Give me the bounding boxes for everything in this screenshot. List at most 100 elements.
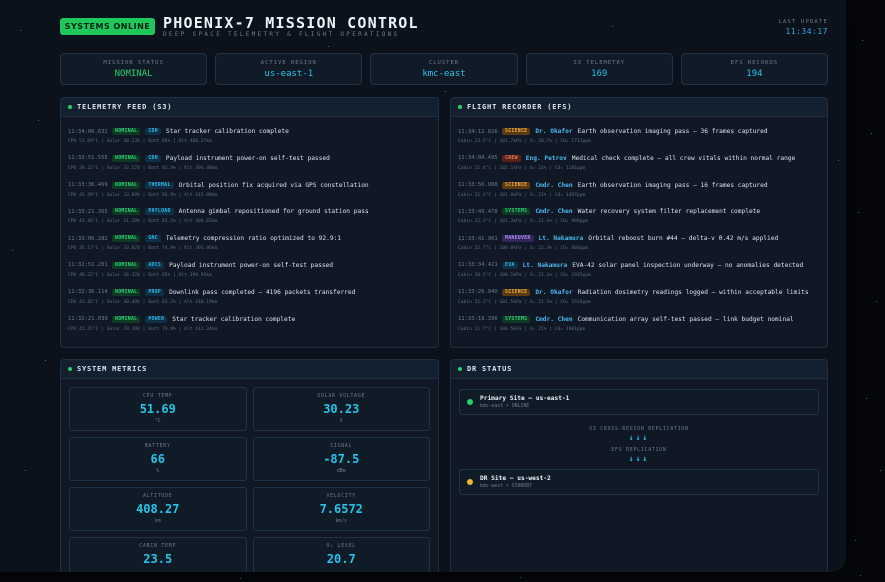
list-item: 11:34:04.495 CREW Eng. Petrov Medical check… xyxy=(458,154,820,182)
metric-solar-voltage: SOLAR VOLTAGE 30.23 V xyxy=(252,387,430,431)
metric-value: 23.5 xyxy=(143,552,173,566)
metric-battery: BATTERY 66 % xyxy=(69,437,247,481)
entry-time: 11:33:34.421 xyxy=(458,262,498,269)
entry-message: Water recovery system filter replacement… xyxy=(577,208,761,216)
panel-header: DR STATUS xyxy=(451,360,827,379)
entry-message: Radiation dosimetry readings logged — wi… xyxy=(577,288,809,296)
metric-o2-level: O₂ LEVEL 20.7 xyxy=(252,537,430,572)
stat-value: 169 xyxy=(591,69,608,79)
metric-value: 7.6572 xyxy=(319,502,363,516)
stat-card-active-region: ACTIVE REGION us-east-1 xyxy=(215,53,363,85)
entry-detail: CPU 39.22°C | Solar 33.52V | Batt 92.4% … xyxy=(68,165,218,171)
site-name: DR Site — us-west-2 xyxy=(480,475,551,482)
stat-label: CLUSTER xyxy=(428,60,460,66)
systems-online-badge: SYSTEMS ONLINE xyxy=(60,18,155,35)
s3-replication: S3 CROSS-REGION REPLICATION ↓↓↓ xyxy=(451,427,827,442)
metric-unit: dBm xyxy=(336,469,346,474)
subsystem-badge: GNC xyxy=(145,235,161,243)
entry-author: Lt. Nakamura xyxy=(538,235,584,243)
panel-header: TELEMETRY FEED (S3) xyxy=(61,98,438,117)
efs-replication: EFS REPLICATION ↓↓↓ xyxy=(451,448,827,463)
mission-control-window: SYSTEMS ONLINE PHOENIX-7 MISSION CONTROL… xyxy=(0,0,846,572)
stat-value: NOMINAL xyxy=(114,69,153,79)
status-badge: NOMINAL xyxy=(112,154,141,162)
entry-detail: CPU 48.22°C | Solar 34.32V | Batt 65% | … xyxy=(68,272,212,278)
stat-card-cluster: CLUSTER kmc-east xyxy=(370,53,518,85)
stat-card-mission-status: MISSION STATUS NOMINAL xyxy=(60,53,208,85)
entry-time: 11:33:36.469 xyxy=(68,182,108,189)
entry-time: 11:32:36.114 xyxy=(68,289,108,296)
metric-unit: km xyxy=(154,519,161,524)
entry-detail: Cabin 21.7°C | 100.5kPa | O₂ 21% | CO₂ 1… xyxy=(458,326,586,332)
list-item: 11:33:21.365 NOMINAL PAYLOAD Antenna gimbal… xyxy=(68,208,431,235)
entry-detail: CPU 51.69°C | Solar 30.23V | Batt 66% | … xyxy=(68,139,212,144)
stat-value: kmc-east xyxy=(422,69,466,79)
standby-status-dot-icon xyxy=(467,479,473,485)
status-badge: NOMINAL xyxy=(112,128,141,135)
stat-label: S3 TELEMETRY xyxy=(573,60,626,66)
entry-time: 11:33:19.396 xyxy=(458,316,498,323)
stat-cards: MISSION STATUS NOMINAL ACTIVE REGION us-… xyxy=(60,53,829,85)
last-update-time: 11:34:17 xyxy=(785,27,828,36)
site-status: kmc-east • ONLINE xyxy=(480,404,530,409)
panel-header: FLIGHT RECORDER (EFS) xyxy=(451,98,827,117)
entry-time: 11:33:21.365 xyxy=(68,208,108,215)
metric-velocity: VELOCITY 7.6572 km/s xyxy=(252,487,430,531)
subsystem-badge: CDH xyxy=(145,154,161,162)
entry-detail: Cabin 22.3°C | 101.3kPa | O₂ 21.4% | CO₂… xyxy=(458,219,588,225)
list-item: 11:33:56.988 SCIENCE Cmdr. Chen Earth obser… xyxy=(458,181,820,209)
entry-time: 11:34:12.816 xyxy=(458,128,498,135)
entry-message: Orbital position fix acquired via GPS co… xyxy=(178,181,369,189)
telemetry-list[interactable]: 11:34:06.632 NOMINAL CDH Star tracker calib… xyxy=(61,117,438,342)
entry-author: Cmdr. Chen xyxy=(535,315,573,323)
list-item: 11:33:51.555 NOMINAL CDH Payload instrument… xyxy=(68,154,431,182)
subsystem-badge: PAYLOAD xyxy=(145,208,174,216)
entry-author: Lt. Nakamura xyxy=(522,261,568,269)
entry-message: Star tracker calibration complete xyxy=(165,128,289,135)
recorder-list[interactable]: 11:34:12.816 SCIENCE Dr. Okafor Earth obser… xyxy=(451,117,827,342)
subsystem-badge: PROP xyxy=(145,288,165,296)
category-badge: SCIENCE xyxy=(502,288,531,296)
entry-detail: CPU 41.35°C | Solar 29.39V | Batt 79.8% … xyxy=(68,326,218,332)
category-badge: SCIENCE xyxy=(502,128,531,135)
status-badge: NOMINAL xyxy=(112,181,141,189)
stat-label: EFS RECORDS xyxy=(730,60,779,66)
entry-detail: Cabin 21.4°C | 102.1kPa | O₂ 21% | CO₂ 1… xyxy=(458,165,586,171)
entry-detail: CPU 41.46°C | Solar 31.19V | Batt 83.2% … xyxy=(68,219,218,225)
panel-title: SYSTEM METRICS xyxy=(77,365,148,373)
stat-value: us-east-1 xyxy=(264,69,314,79)
entry-detail: Cabin 20.5°C | 100.5kPa | O₂ 21.1% | CO₂… xyxy=(458,272,591,278)
list-item: 11:33:34.421 EVA Lt. Nakamura EVA-42 solar … xyxy=(458,261,820,289)
category-badge: SYSTEMS xyxy=(502,208,531,216)
metric-value: 408.27 xyxy=(136,502,180,516)
subsystem-badge: POWER xyxy=(145,315,168,323)
category-badge: MANEUVER xyxy=(502,235,534,243)
panel-title: TELEMETRY FEED (S3) xyxy=(77,103,173,111)
entry-time: 11:33:41.961 xyxy=(458,235,498,242)
entry-detail: CPU 45.59°C | Solar 33.89V | Batt 93.9% … xyxy=(68,192,218,198)
metric-cabin-temp: CABIN TEMP 23.5 xyxy=(69,537,247,572)
status-badge: NOMINAL xyxy=(112,235,141,243)
entry-author: Dr. Okafor xyxy=(535,288,573,296)
metric-label: O₂ LEVEL xyxy=(326,544,356,549)
status-dot-icon xyxy=(458,105,462,109)
status-badge: NOMINAL xyxy=(112,288,141,296)
metric-label: CPU TEMP xyxy=(142,394,173,399)
metric-value: 30.23 xyxy=(323,402,360,416)
entry-message: Downlink pass completed — 4196 packets t… xyxy=(169,288,356,296)
status-badge: NOMINAL xyxy=(112,208,141,216)
last-update: LAST UPDATE 11:34:17 xyxy=(778,19,828,36)
metric-label: ALTITUDE xyxy=(142,494,173,499)
primary-site-card: Primary Site — us-east-1 kmc-east • ONLI… xyxy=(459,389,819,415)
entry-message: Orbital reboost burn #44 — delta-v 0.42 … xyxy=(588,235,779,243)
stat-label: MISSION STATUS xyxy=(103,60,164,66)
metric-label: VELOCITY xyxy=(326,494,356,499)
category-badge: CREW xyxy=(502,154,521,162)
panel-title: FLIGHT RECORDER (EFS) xyxy=(467,103,573,111)
metric-label: CABIN TEMP xyxy=(139,544,177,549)
list-item: 11:33:06.282 NOMINAL GNC Telemetry compress… xyxy=(68,235,431,262)
status-dot-icon xyxy=(68,105,72,109)
entry-message: Medical check complete — all crew vitals… xyxy=(571,154,796,162)
entry-detail: Cabin 21.1°C | 101.8kPa | O₂ 21% | CO₂ 1… xyxy=(458,192,586,198)
category-badge: SYSTEMS xyxy=(502,315,531,323)
